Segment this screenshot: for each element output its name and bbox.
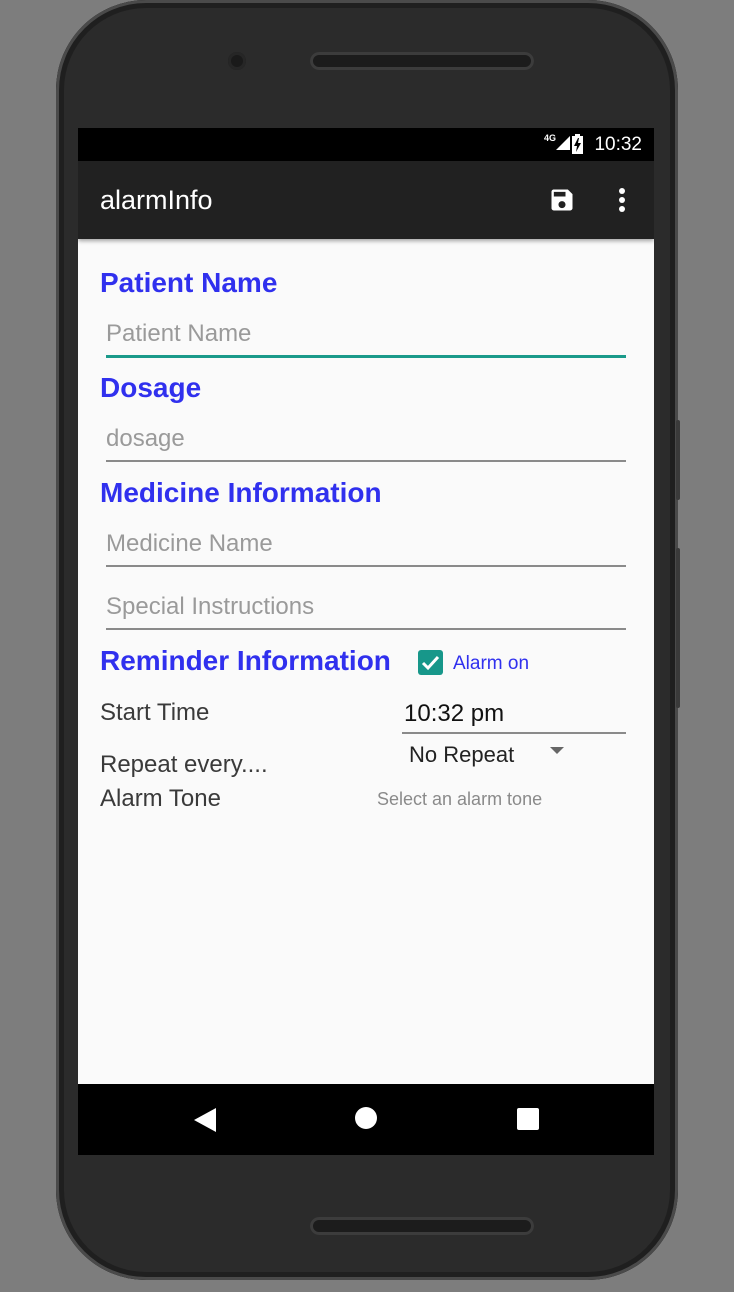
dosage-field[interactable] xyxy=(106,420,626,462)
alarm-on-label[interactable]: Alarm on xyxy=(453,653,529,675)
medicine-name-input[interactable] xyxy=(106,525,626,563)
status-bar: 4G 10:32 xyxy=(78,128,654,161)
dosage-heading: Dosage xyxy=(100,372,202,403)
battery-charging-icon xyxy=(572,134,583,154)
start-time-value: 10:32 pm xyxy=(404,700,505,727)
patient-name-heading: Patient Name xyxy=(100,267,278,298)
volume-button xyxy=(676,420,680,500)
special-instructions-field[interactable] xyxy=(106,588,626,630)
medicine-information-heading: Medicine Information xyxy=(100,477,382,508)
start-time-label: Start Time xyxy=(100,699,210,726)
dropdown-arrow-icon xyxy=(550,747,564,754)
start-time-field[interactable]: 10:32 pm xyxy=(402,694,626,734)
medicine-name-field[interactable] xyxy=(106,525,626,567)
status-time: 10:32 xyxy=(594,134,642,155)
special-instructions-input[interactable] xyxy=(106,588,626,626)
alarm-on-checkbox[interactable] xyxy=(418,650,443,675)
repeat-label: Repeat every.... xyxy=(100,751,268,778)
app-bar: alarmInfo xyxy=(78,161,654,239)
alarm-tone-select[interactable]: Select an alarm tone xyxy=(377,789,542,810)
save-icon[interactable] xyxy=(548,186,576,214)
power-button xyxy=(676,548,680,708)
bottom-speaker xyxy=(310,1217,534,1235)
check-icon xyxy=(421,655,440,671)
front-camera xyxy=(228,52,246,70)
app-screen: 4G 10:32 alarmInfo Patient Name Dosage M… xyxy=(78,128,654,1155)
top-speaker xyxy=(310,52,534,70)
repeat-spinner[interactable]: No Repeat xyxy=(402,738,572,772)
repeat-value: No Repeat xyxy=(409,742,515,767)
app-title: alarmInfo xyxy=(100,185,213,215)
signal-icon xyxy=(556,136,570,150)
navigation-bar xyxy=(78,1084,654,1155)
alarm-tone-label: Alarm Tone xyxy=(100,785,221,812)
patient-name-field[interactable] xyxy=(106,315,626,358)
network-type: 4G xyxy=(543,133,556,143)
patient-name-input[interactable] xyxy=(106,315,626,353)
home-icon[interactable] xyxy=(354,1106,378,1130)
more-vert-icon[interactable] xyxy=(616,187,628,215)
dosage-input[interactable] xyxy=(106,420,626,458)
recents-icon[interactable] xyxy=(517,1108,539,1130)
back-icon[interactable] xyxy=(194,1108,216,1132)
reminder-information-heading: Reminder Information xyxy=(100,645,391,676)
